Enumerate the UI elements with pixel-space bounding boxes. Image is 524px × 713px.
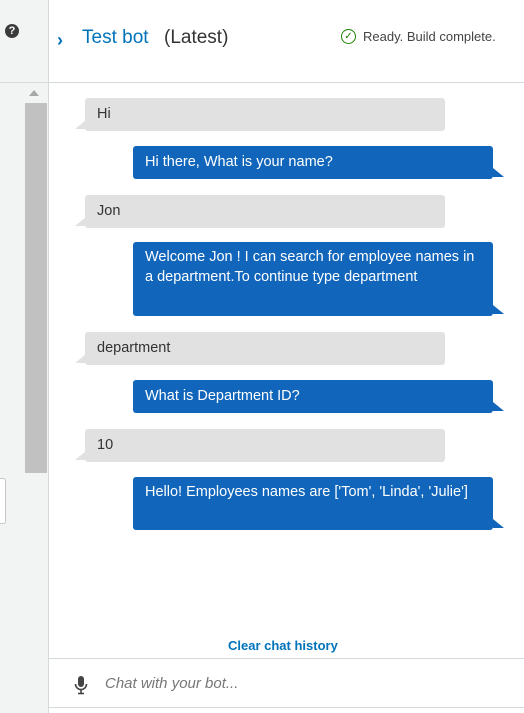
panel-edge — [0, 478, 6, 524]
message-text: Welcome Jon ! I can search for employee … — [145, 249, 475, 285]
message-text: department — [97, 340, 171, 356]
microphone-icon[interactable] — [73, 675, 89, 695]
message-text: Jon — [97, 203, 121, 219]
build-status-text: Ready. Build complete. — [363, 29, 496, 44]
help-icon[interactable]: ? — [5, 24, 19, 38]
bot-message: Hi there, What is your name? — [133, 146, 504, 179]
message-text: Hello! Employees names are ['Tom', 'Lind… — [145, 484, 468, 500]
build-status: ✓ Ready. Build complete. — [341, 29, 496, 44]
bot-message: Welcome Jon ! I can search for employee … — [133, 242, 504, 316]
check-circle-icon: ✓ — [341, 29, 356, 44]
chevron-right-icon[interactable]: › — [57, 30, 63, 51]
user-message: Hi — [75, 98, 445, 131]
scroll-up-arrow-icon[interactable] — [29, 90, 39, 96]
bot-message: Hello! Employees names are ['Tom', 'Lind… — [133, 477, 504, 530]
bot-version: (Latest) — [164, 27, 229, 48]
user-message: department — [75, 332, 445, 365]
message-text: Hi — [97, 106, 111, 122]
user-message: Jon — [75, 195, 445, 228]
clear-chat-history-link[interactable]: Clear chat history — [228, 638, 338, 653]
bot-name-link[interactable]: Test bot — [82, 27, 149, 49]
chat-header: › Test bot (Latest) ✓ Ready. Build compl… — [49, 0, 524, 83]
user-message: 10 — [75, 429, 445, 462]
message-text: Hi there, What is your name? — [145, 154, 333, 170]
message-text: What is Department ID? — [145, 388, 300, 404]
chat-input-bar — [49, 658, 524, 708]
left-panel: ? — [0, 0, 49, 713]
message-text: 10 — [97, 437, 114, 453]
scrollbar-thumb[interactable] — [25, 103, 47, 473]
bot-message: What is Department ID? — [133, 380, 504, 413]
chat-input[interactable] — [105, 671, 505, 695]
